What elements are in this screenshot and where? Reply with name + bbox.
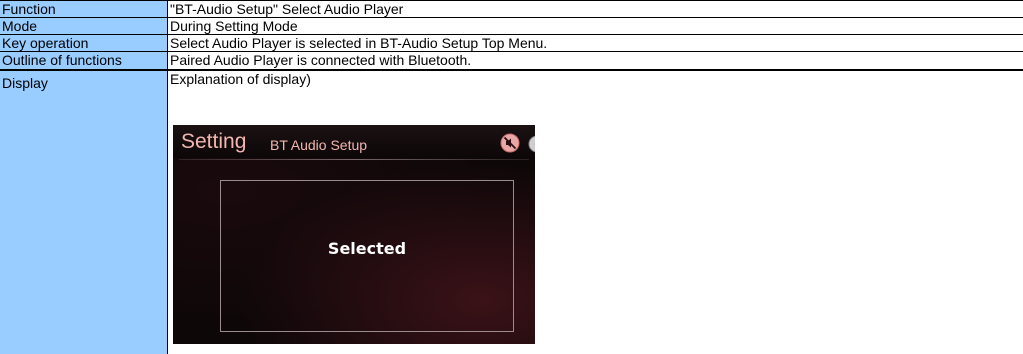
- header-divider: [179, 159, 529, 160]
- mute-icon: [500, 133, 520, 153]
- grid-line: [0, 34, 1023, 35]
- disc-in-icon: IN: [528, 135, 535, 153]
- grid-line: [0, 70, 1023, 71]
- row-function: Function "BT-Audio Setup" Select Audio P…: [0, 1, 1023, 17]
- value-display-text: Explanation of display): [170, 71, 311, 87]
- screen-subtitle: BT Audio Setup: [270, 137, 368, 153]
- screen-title: Setting: [181, 130, 247, 153]
- value-function: "BT-Audio Setup" Select Audio Player: [167, 1, 1023, 17]
- selected-dialog: Selected: [220, 180, 514, 332]
- value-outline-of-functions: Paired Audio Player is connected with Bl…: [167, 52, 1023, 69]
- row-mode: Mode During Setting Mode: [0, 18, 1023, 34]
- value-key-operation: Select Audio Player is selected in BT-Au…: [167, 35, 1023, 51]
- row-key-operation: Key operation Select Audio Player is sel…: [0, 35, 1023, 51]
- label-function: Function: [0, 1, 167, 17]
- spec-sheet: Function "BT-Audio Setup" Select Audio P…: [0, 0, 1023, 354]
- label-outline-of-functions: Outline of functions: [0, 52, 167, 69]
- grid-line: [0, 0, 1023, 1]
- grid-line: [0, 51, 1023, 52]
- device-screen: Setting BT Audio Setup IN Selected: [173, 125, 535, 344]
- value-mode: During Setting Mode: [167, 18, 1023, 34]
- label-display: Display: [0, 71, 167, 354]
- grid-line: [167, 0, 168, 354]
- label-key-operation: Key operation: [0, 35, 167, 51]
- label-display-text: Display: [2, 75, 48, 91]
- row-outline-of-functions: Outline of functions Paired Audio Player…: [0, 52, 1023, 69]
- dialog-message: Selected: [327, 239, 407, 258]
- grid-line: [0, 17, 1023, 18]
- label-mode: Mode: [0, 18, 167, 34]
